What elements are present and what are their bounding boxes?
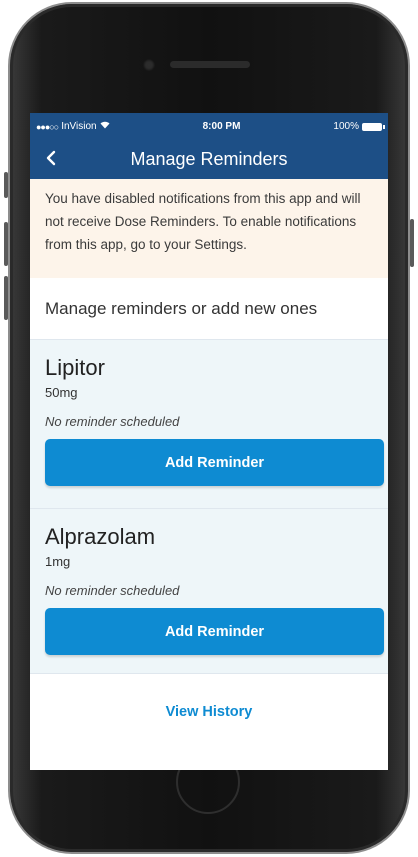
reminder-status: No reminder scheduled: [45, 414, 180, 429]
volume-up-button: [4, 222, 8, 266]
navigation-bar: Manage Reminders: [30, 140, 388, 179]
medication-name: Alprazolam: [45, 524, 156, 549]
back-button[interactable]: [40, 146, 62, 172]
volume-down-button: [4, 276, 8, 320]
wifi-icon: [100, 121, 110, 132]
earpiece-speaker: [170, 61, 250, 68]
medication-dose: 1mg: [45, 554, 71, 569]
view-history-link[interactable]: View History: [30, 704, 388, 720]
reminder-status: No reminder scheduled: [45, 583, 180, 598]
app-screen: ●●●○○ InVision 8:00 PM 100% Manage Remin…: [30, 113, 388, 770]
page-title: Manage Reminders: [130, 149, 288, 169]
front-camera: [143, 59, 155, 71]
battery-status: 100%: [333, 121, 385, 132]
status-bar: ●●●○○ InVision 8:00 PM 100%: [30, 113, 388, 140]
intro-text: Manage reminders or add new ones: [30, 278, 388, 340]
medication-card-alprazolam: Alprazolam 1mg No reminder scheduled Add…: [30, 509, 388, 674]
status-left: ●●●○○ InVision: [36, 121, 110, 132]
notification-warning-banner: You have disabled notifications from thi…: [30, 179, 388, 278]
medication-card-lipitor: Lipitor 50mg No reminder scheduled Add R…: [30, 340, 388, 509]
add-reminder-button[interactable]: Add Reminder: [45, 608, 384, 655]
add-reminder-button[interactable]: Add Reminder: [45, 439, 384, 486]
mute-switch: [4, 172, 8, 198]
medication-name: Lipitor: [45, 355, 105, 380]
battery-icon: [362, 122, 385, 131]
status-time: 8:00 PM: [202, 121, 241, 132]
medication-dose: 50mg: [45, 385, 78, 400]
battery-percent: 100%: [333, 121, 359, 132]
signal-strength-icon: ●●●○○: [36, 121, 59, 132]
power-button: [410, 219, 414, 267]
chevron-left-icon: [46, 150, 56, 166]
carrier-name: InVision: [61, 121, 97, 132]
